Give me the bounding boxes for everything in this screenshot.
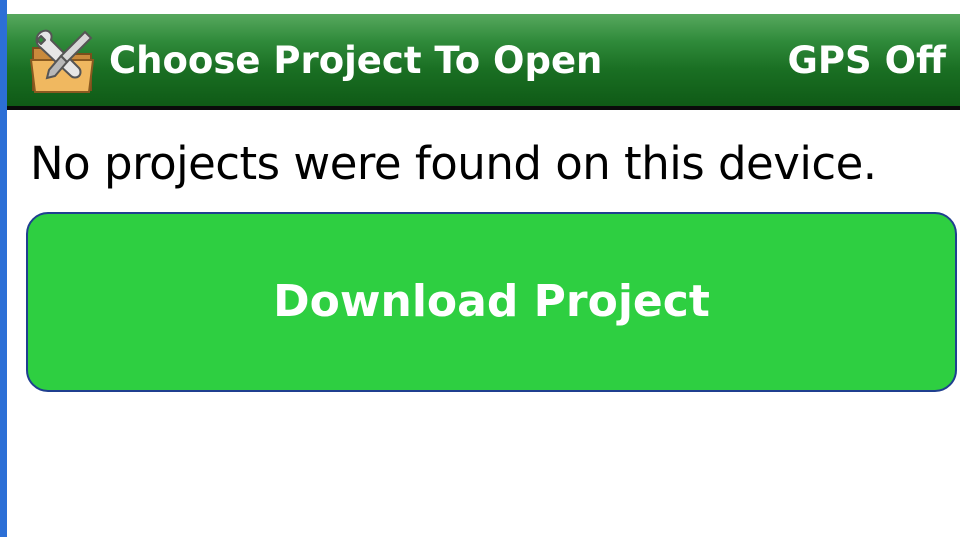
gps-status[interactable]: GPS Off bbox=[788, 36, 946, 86]
empty-state-message: No projects were found on this device. bbox=[30, 137, 877, 190]
top-margin bbox=[7, 0, 960, 14]
download-project-label: Download Project bbox=[273, 276, 710, 327]
window-left-edge bbox=[0, 0, 7, 537]
app-screen: Choose Project To Open GPS Off No projec… bbox=[0, 0, 960, 537]
download-project-button[interactable]: Download Project bbox=[26, 212, 957, 392]
title-bar: Choose Project To Open GPS Off bbox=[7, 14, 960, 110]
folder-tools-icon bbox=[27, 26, 99, 98]
page-title: Choose Project To Open bbox=[109, 39, 603, 82]
